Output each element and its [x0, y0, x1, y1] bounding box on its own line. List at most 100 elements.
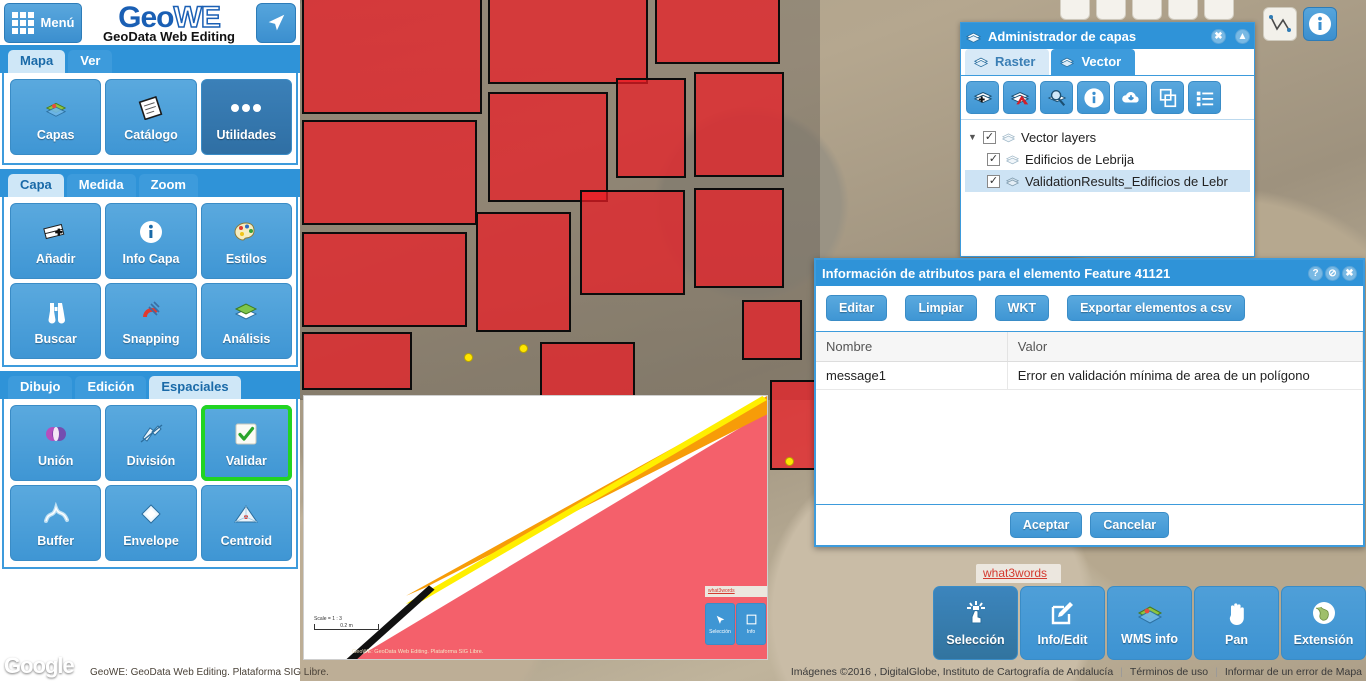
tool-catalogo[interactable]: Catálogo [105, 79, 196, 155]
export-csv-button[interactable]: Exportar elementos a csv [1067, 295, 1244, 321]
map-icon-4[interactable] [1168, 0, 1198, 20]
map-mode-info-edit[interactable]: Info/Edit [1020, 586, 1105, 660]
tab-capa[interactable]: Capa [8, 174, 64, 197]
map-mode-pan[interactable]: Pan [1194, 586, 1279, 660]
menu-button[interactable]: Menú [4, 3, 82, 43]
geometry-vertex-handle[interactable] [464, 353, 473, 362]
attributes-window[interactable]: Información de atributos para el element… [814, 258, 1365, 547]
wkt-button[interactable]: WKT [995, 295, 1049, 321]
tab-mapa[interactable]: Mapa [8, 50, 65, 73]
parcel-polygon[interactable] [488, 0, 648, 84]
layer-list-icon[interactable] [1188, 81, 1221, 114]
tool-buffer[interactable]: Buffer [10, 485, 101, 561]
attributes-table-container[interactable]: Nombre Valor message1 Error en validació… [816, 332, 1363, 504]
help-icon[interactable]: ? [1308, 266, 1323, 281]
collapse-icon[interactable]: ▲ [1235, 29, 1250, 44]
layer-manager-titlebar[interactable]: Administrador de capas ✖ ▲ [961, 23, 1254, 49]
layer-info-icon[interactable] [1077, 81, 1110, 114]
tool-utilidades[interactable]: Utilidades [201, 79, 292, 155]
delete-layer-icon[interactable] [1003, 81, 1036, 114]
close-icon[interactable]: ✖ [1342, 266, 1357, 281]
map-mode-seleccion[interactable]: Selección [933, 586, 1018, 660]
parcel-polygon[interactable] [302, 332, 412, 390]
parcel-polygon[interactable] [302, 120, 477, 225]
tool-info-capa[interactable]: Info Capa [105, 203, 196, 279]
tab-zoom[interactable]: Zoom [139, 174, 198, 197]
tool-capas[interactable]: Capas [10, 79, 101, 155]
column-header-valor[interactable]: Valor [1007, 332, 1362, 362]
parcel-polygon[interactable] [476, 212, 571, 332]
tool-analisis[interactable]: Análisis [201, 283, 292, 359]
caret-down-icon[interactable]: ▼ [968, 132, 978, 142]
layer-checkbox[interactable]: ✓ [987, 153, 1000, 166]
terms-link[interactable]: Términos de uso [1130, 666, 1208, 678]
tabstrip-espaciales[interactable]: Dibujo Edición Espaciales [0, 371, 300, 399]
edit-button[interactable]: Editar [826, 295, 887, 321]
geometry-preview-inset[interactable]: Scale = 1 : 3 0.2 m GeoWE: GeoData Web E… [303, 395, 768, 660]
navigate-arrow-button[interactable] [256, 3, 296, 43]
accept-button[interactable]: Aceptar [1010, 512, 1083, 538]
tab-espaciales[interactable]: Espaciales [149, 376, 240, 399]
column-header-nombre[interactable]: Nombre [816, 332, 1007, 362]
layer-checkbox[interactable]: ✓ [983, 131, 996, 144]
map-icon-2[interactable] [1096, 0, 1126, 20]
layer-zoom-icon[interactable] [1040, 81, 1073, 114]
tool-estilos[interactable]: Estilos [201, 203, 292, 279]
close-icon[interactable]: ✖ [1211, 29, 1226, 44]
measure-tool-button[interactable] [1263, 7, 1297, 41]
tab-raster[interactable]: Raster [965, 49, 1049, 75]
tab-vector[interactable]: Vector [1051, 49, 1135, 75]
map-icon-5[interactable] [1204, 0, 1234, 20]
inset-mini-button-selection[interactable]: Selección [705, 603, 735, 645]
layer-tree[interactable]: ▼ ✓ Vector layers ✓ Edificios de Lebrija… [961, 120, 1254, 256]
parcel-polygon[interactable] [770, 380, 820, 470]
parcel-polygon[interactable] [302, 0, 482, 114]
parcel-polygon[interactable] [742, 300, 802, 360]
tabstrip-capa[interactable]: Capa Medida Zoom [0, 169, 300, 197]
tree-item-edificios[interactable]: ✓ Edificios de Lebrija [965, 148, 1250, 170]
tool-envelope[interactable]: Envelope [105, 485, 196, 561]
tool-centroid[interactable]: Centroid [201, 485, 292, 561]
parcel-polygon[interactable] [616, 78, 686, 178]
tab-dibujo[interactable]: Dibujo [8, 376, 72, 399]
info-button[interactable] [1303, 7, 1337, 41]
parcel-polygon[interactable] [540, 342, 635, 402]
what3words-link[interactable]: what3words [976, 564, 1061, 583]
attributes-titlebar[interactable]: Información de atributos para el element… [816, 260, 1363, 286]
inset-what3words-link[interactable]: what3words [705, 586, 767, 597]
minimize-icon[interactable]: ⊘ [1325, 266, 1340, 281]
map-top-icon-row[interactable] [1060, 0, 1234, 20]
map-mode-toolbar[interactable]: Selección Info/Edit WMS info Pan Extensi… [933, 586, 1366, 660]
inset-mini-button-info[interactable]: Info [736, 603, 766, 645]
map-mode-extension[interactable]: Extensión [1281, 586, 1366, 660]
parcel-polygon[interactable] [302, 232, 467, 327]
tree-item-vector-layers[interactable]: ▼ ✓ Vector layers [965, 126, 1250, 148]
map-mode-wms-info[interactable]: WMS info [1107, 586, 1192, 660]
layer-manager-window[interactable]: Administrador de capas ✖ ▲ Raster Vector [960, 22, 1255, 257]
layer-manager-toolbar[interactable] [961, 76, 1254, 120]
map-icon-3[interactable] [1132, 0, 1162, 20]
report-error-link[interactable]: Informar de un error de Mapa [1225, 666, 1362, 678]
parcel-polygon[interactable] [694, 72, 784, 177]
tool-union[interactable]: Unión [10, 405, 101, 481]
clear-button[interactable]: Limpiar [905, 295, 976, 321]
tool-snapping[interactable]: Snapping [105, 283, 196, 359]
parcel-polygon[interactable] [580, 190, 685, 295]
tool-anadir[interactable]: Añadir [10, 203, 101, 279]
geometry-vertex-handle[interactable] [519, 344, 528, 353]
layer-manager-tabs[interactable]: Raster Vector [961, 49, 1254, 76]
tab-edicion[interactable]: Edición [75, 376, 146, 399]
add-layer-icon[interactable] [966, 81, 999, 114]
parcel-polygon[interactable] [694, 188, 784, 288]
inset-mini-toolbar[interactable]: Selección Info [705, 597, 767, 645]
download-layer-icon[interactable] [1114, 81, 1147, 114]
tool-buscar[interactable]: Buscar [10, 283, 101, 359]
tab-ver[interactable]: Ver [68, 50, 112, 73]
map-icon-1[interactable] [1060, 0, 1090, 20]
cancel-button[interactable]: Cancelar [1090, 512, 1169, 538]
copy-layer-icon[interactable] [1151, 81, 1184, 114]
tree-item-validationresults[interactable]: ✓ ValidationResults_Edificios de Lebr [965, 170, 1250, 192]
table-row[interactable]: message1 Error en validación mínima de a… [816, 362, 1363, 390]
parcel-polygon[interactable] [655, 0, 780, 64]
tab-medida[interactable]: Medida [67, 174, 136, 197]
